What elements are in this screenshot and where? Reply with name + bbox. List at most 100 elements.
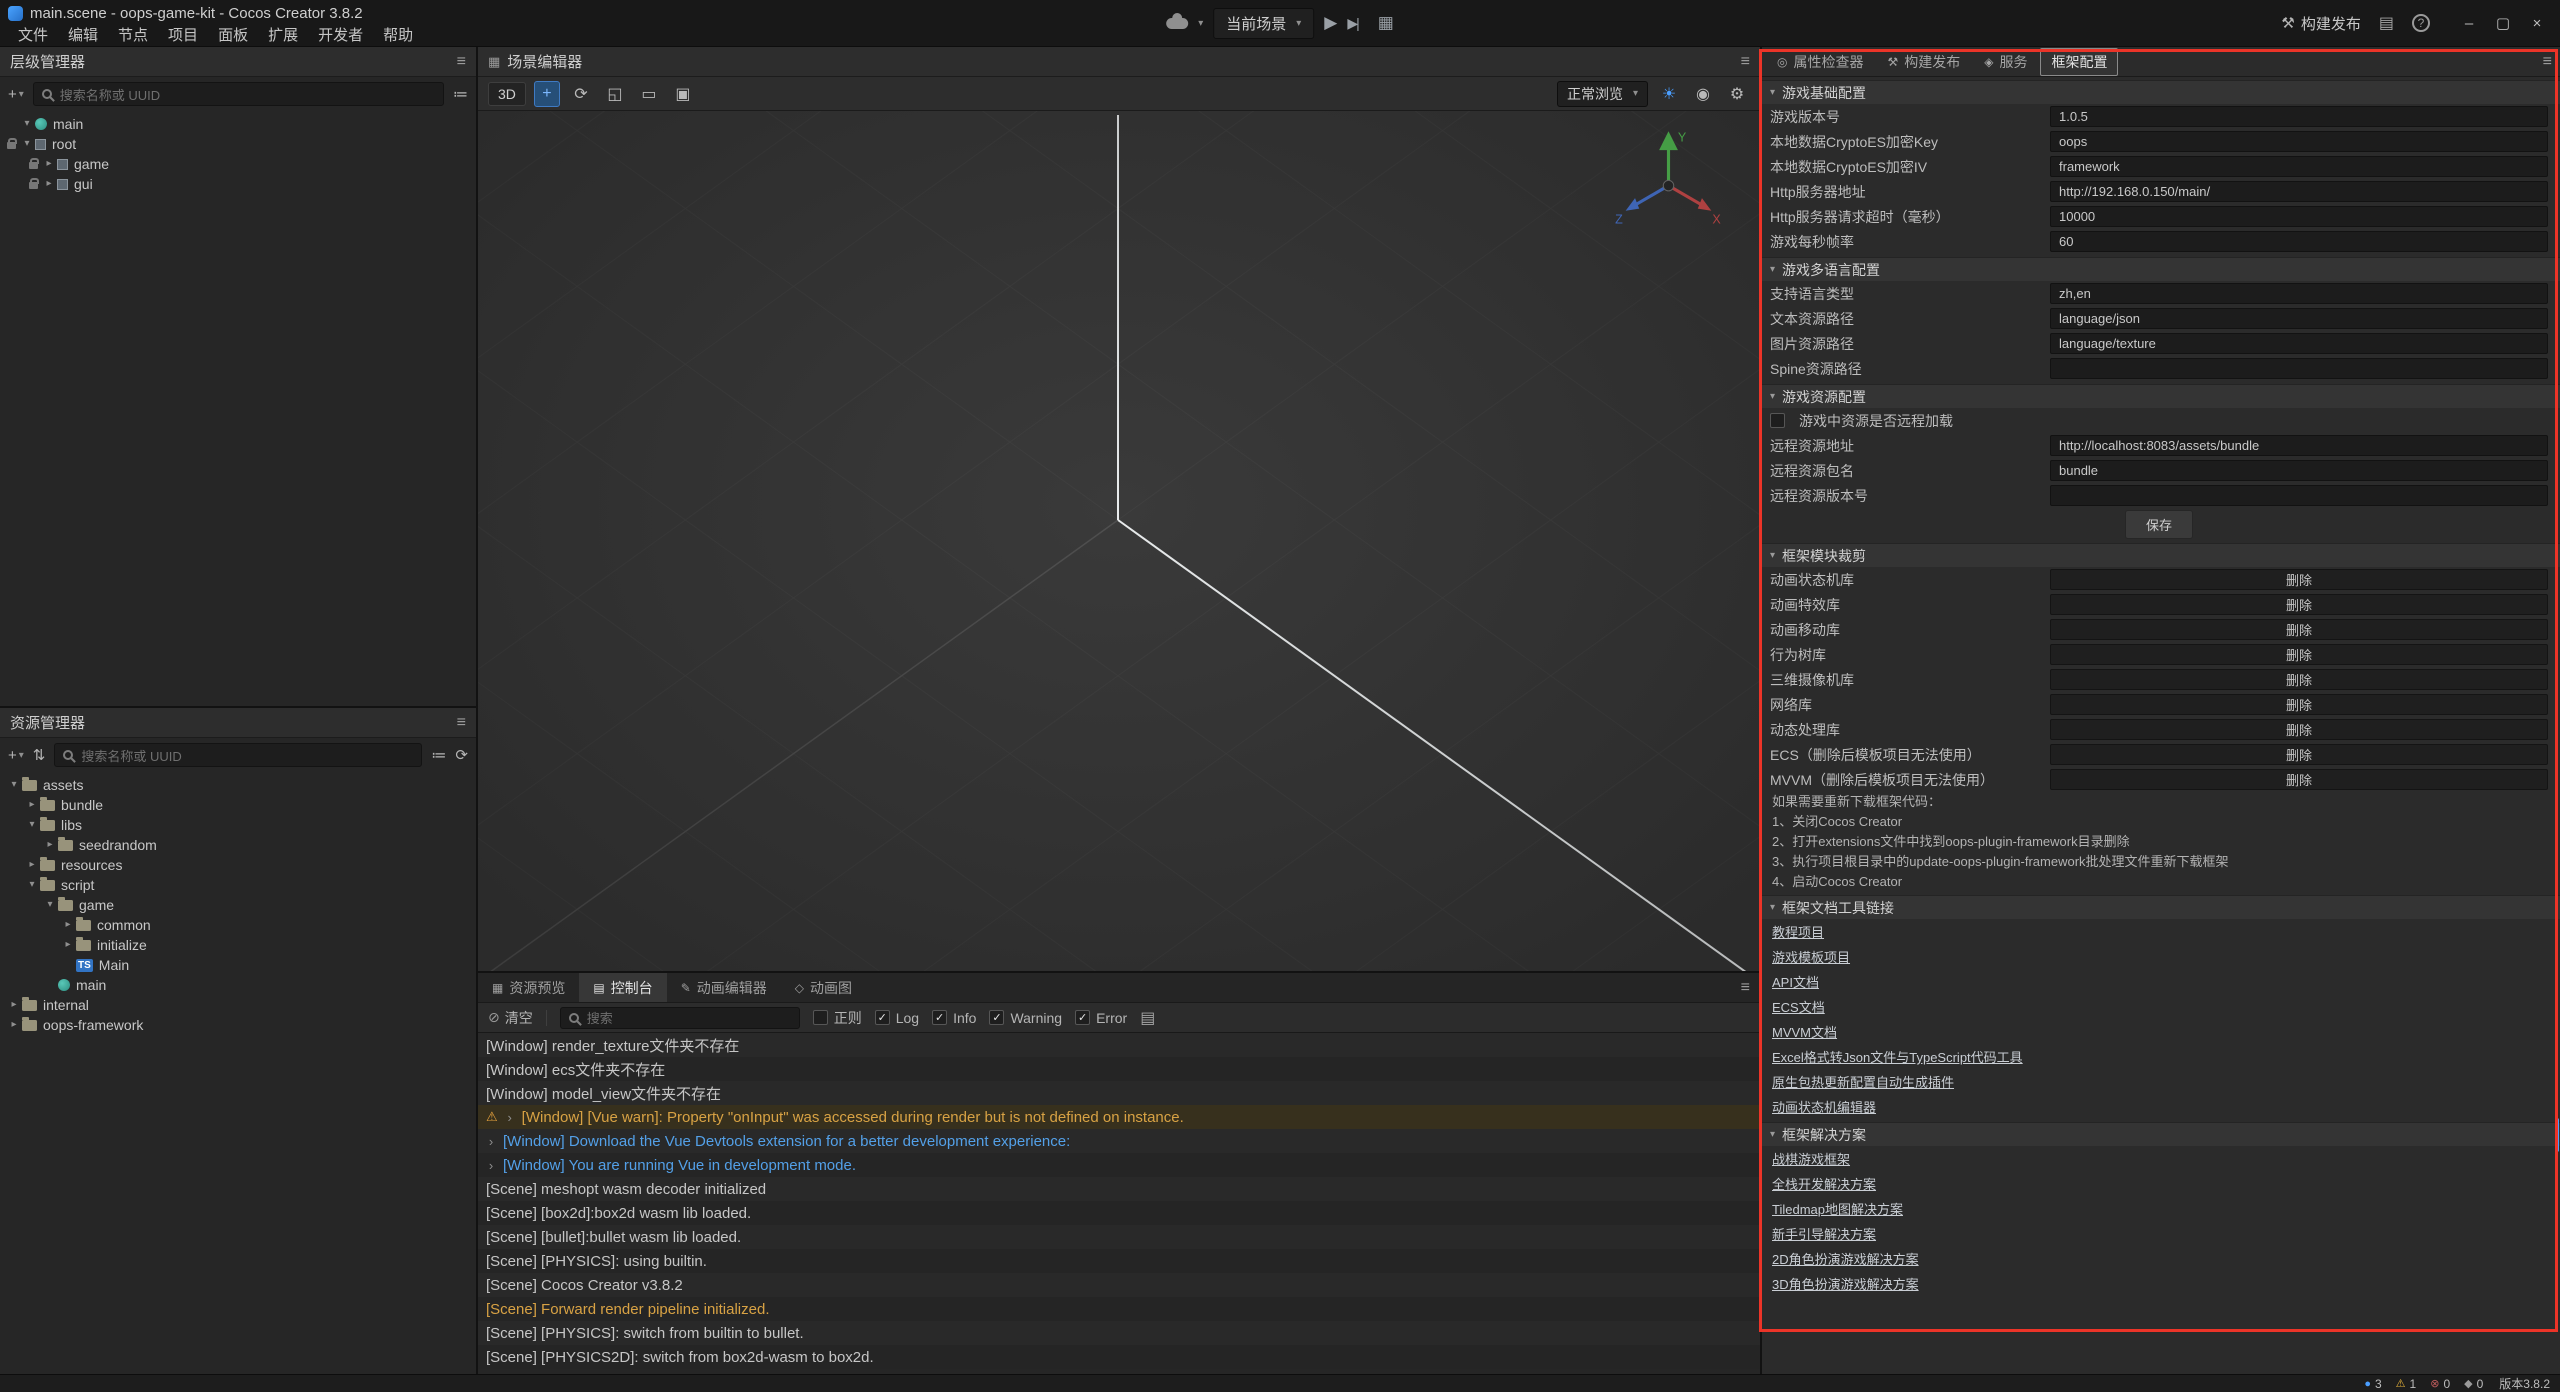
menu-item-7[interactable]: 开发者 [308,24,373,45]
menu-icon[interactable]: ≡ [457,714,466,732]
light-toggle-icon[interactable]: ☀ [1656,81,1682,107]
menu-icon[interactable]: ≡ [1741,979,1750,997]
tab-framework-config[interactable]: 框架配置 [2040,48,2118,76]
field-input[interactable]: 60 [2050,231,2548,252]
console-search-input[interactable]: 搜索 [560,1007,800,1029]
asset-node[interactable]: main [0,975,476,995]
log-row[interactable]: [Scene] meshopt wasm decoder initialized [478,1177,1760,1201]
asset-node[interactable]: ▾libs [0,815,476,835]
scene-select[interactable]: 当前场景 ▾ [1213,8,1314,39]
filter-log-checkbox[interactable]: Log [875,1010,919,1026]
log-row[interactable]: [Scene] Cocos Creator v3.8.2 [478,1273,1760,1297]
section-header[interactable]: ▾框架解决方案 [1762,1122,2560,1146]
doc-link[interactable]: 3D角色扮演游戏解决方案 [1772,1274,1919,1293]
expand-arrow-icon[interactable]: › [505,1110,515,1125]
play-button[interactable]: ▶ [1324,13,1337,33]
delete-button[interactable]: 删除 [2050,644,2548,665]
log-row[interactable]: [Scene] [PHYSICS2D]: switch from box2d-w… [478,1345,1760,1369]
add-node-button[interactable]: +▾ [8,86,24,103]
menu-item-3[interactable]: 节点 [108,24,158,45]
field-input[interactable]: language/json [2050,308,2548,329]
minimize-button[interactable]: – [2452,0,2486,46]
camera-icon[interactable]: ◉ [1690,81,1716,107]
tab-service[interactable]: ◈服务 [1973,48,2038,76]
gear-icon[interactable]: ⚙ [1724,81,1750,107]
caret-right-icon[interactable]: ▸ [42,835,58,855]
scene-viewport[interactable]: Y X Z [478,111,1760,971]
asset-node[interactable]: ▸common [0,915,476,935]
doc-link[interactable]: Tiledmap地图解决方案 [1772,1199,1903,1218]
log-row[interactable]: [Scene] [PHYSICS]: using builtin. [478,1249,1760,1273]
section-header[interactable]: ▾框架文档工具链接 [1762,895,2560,919]
delete-button[interactable]: 删除 [2050,694,2548,715]
maximize-button[interactable]: ▢ [2486,0,2520,46]
hierarchy-search-input[interactable]: 搜索名称或 UUID [33,82,444,106]
asset-node[interactable]: ▸resources [0,855,476,875]
field-input[interactable]: http://localhost:8083/assets/bundle [2050,435,2548,456]
log-row[interactable]: [Window] model_view文件夹不存在 [478,1081,1760,1105]
log-row[interactable]: [Window] render_texture文件夹不存在 [478,1033,1760,1057]
hierarchy-node[interactable]: ▸game [0,154,476,174]
x-axis-arrow[interactable] [1698,198,1712,211]
gizmo-center[interactable] [1663,180,1673,190]
sort-icon[interactable]: ⇅ [33,746,46,764]
asset-node[interactable]: ▸bundle [0,795,476,815]
asset-node[interactable]: ▾game [0,895,476,915]
asset-node[interactable]: ▸internal [0,995,476,1015]
gizmo-space-icon[interactable]: ▣ [670,81,696,107]
caret-right-icon[interactable]: ▸ [6,1015,22,1035]
asset-node[interactable]: ▸oops-framework [0,1015,476,1035]
field-input[interactable]: bundle [2050,460,2548,481]
move-tool-icon[interactable]: + [534,81,560,107]
scrollbar-thumb[interactable] [2555,1118,2559,1152]
field-input[interactable]: zh,en [2050,283,2548,304]
log-row[interactable]: ⚠›[Window] [Vue warn]: Property "onInput… [478,1105,1760,1129]
add-asset-button[interactable]: +▾ [8,747,24,764]
close-button[interactable]: × [2520,0,2554,46]
field-input[interactable]: 1.0.5 [2050,106,2548,127]
caret-right-icon[interactable]: ▸ [60,935,76,955]
refresh-icon[interactable]: ⟳ [455,746,468,764]
chevron-down-icon[interactable]: ▾ [1198,18,1203,29]
field-input[interactable]: 10000 [2050,206,2548,227]
caret-down-icon[interactable]: ▾ [19,114,35,134]
delete-button[interactable]: 删除 [2050,719,2548,740]
preview-target-icon[interactable] [1166,18,1188,29]
clear-console-button[interactable]: ⊘ 清空 [488,1008,533,1028]
y-axis-arrow[interactable] [1659,131,1678,150]
log-row[interactable]: [Scene] [bullet]:bullet wasm lib loaded. [478,1225,1760,1249]
tab-animation-graph[interactable]: ◇动画图 [781,973,866,1002]
caret-down-icon[interactable]: ▾ [19,134,35,154]
tab-animation-editor[interactable]: ✎动画编辑器 [667,973,781,1002]
field-input[interactable] [2050,485,2548,506]
help-icon[interactable]: ? [2412,14,2430,32]
log-row[interactable]: ›[Window] You are running Vue in develop… [478,1153,1760,1177]
delete-button[interactable]: 删除 [2050,669,2548,690]
expand-arrow-icon[interactable]: › [486,1158,496,1173]
caret-down-icon[interactable]: ▾ [24,815,40,835]
field-input[interactable]: language/texture [2050,333,2548,354]
caret-right-icon[interactable]: ▸ [6,995,22,1015]
field-input[interactable]: oops [2050,131,2548,152]
save-button[interactable]: 保存 [2125,510,2193,539]
menu-item-4[interactable]: 项目 [158,24,208,45]
asset-node[interactable]: ▸seedrandom [0,835,476,855]
menu-item-6[interactable]: 扩展 [258,24,308,45]
menu-item-8[interactable]: 帮助 [373,24,423,45]
rotate-tool-icon[interactable]: ⟳ [568,81,594,107]
delete-button[interactable]: 删除 [2050,569,2548,590]
asset-node[interactable]: ▾script [0,875,476,895]
log-row[interactable]: [Window] ecs文件夹不存在 [478,1057,1760,1081]
filter-error-checkbox[interactable]: Error [1075,1010,1127,1026]
filter-icon[interactable]: ≔ [431,746,446,764]
menu-icon[interactable]: ≡ [1741,53,1750,71]
menu-icon[interactable]: ≡ [457,53,466,71]
caret-down-icon[interactable]: ▾ [42,895,58,915]
doc-link[interactable]: 教程项目 [1772,922,1824,941]
delete-button[interactable]: 删除 [2050,619,2548,640]
filter-warning-checkbox[interactable]: Warning [989,1010,1062,1026]
log-row[interactable]: [Scene] [PHYSICS]: switch from builtin t… [478,1321,1760,1345]
asset-node[interactable]: ▾assets [0,775,476,795]
field-input[interactable]: framework [2050,156,2548,177]
doc-link[interactable]: 游戏模板项目 [1772,947,1850,966]
